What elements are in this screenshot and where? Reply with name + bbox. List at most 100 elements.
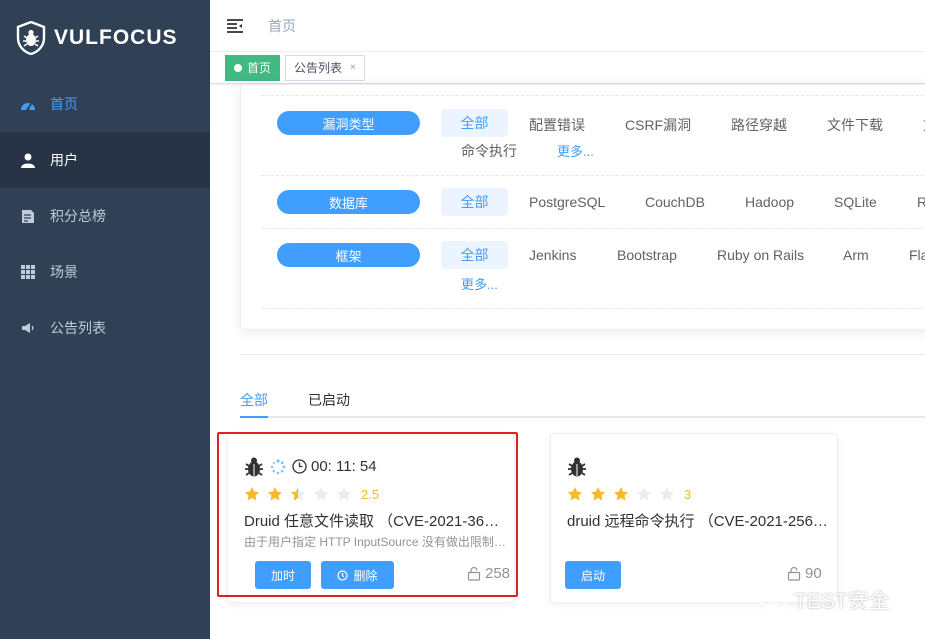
card-title[interactable]: Druid 任意文件读取 （CVE-2021-36749） — [244, 510, 506, 531]
sidebar: VULFOCUS 首页 用户 积分总榜 场景 公告列表 — [0, 0, 210, 639]
filter-option[interactable]: CSRF漏洞 — [625, 115, 691, 135]
star-icon — [614, 487, 628, 501]
grid-icon — [20, 264, 36, 280]
filter-option-all[interactable]: 全部 — [441, 188, 508, 216]
star-icon — [568, 487, 582, 501]
user-icon — [20, 152, 36, 168]
active-tab-indicator — [240, 416, 268, 418]
tab-all[interactable]: 全部 — [240, 390, 268, 410]
rating: 2.5 — [244, 486, 379, 502]
delete-button[interactable]: 删除 — [321, 561, 394, 589]
close-icon[interactable]: × — [350, 56, 356, 80]
tag-label: 首页 — [247, 60, 272, 75]
divider — [261, 228, 925, 229]
filter-option-all[interactable]: 全部 — [441, 109, 508, 137]
filter-option[interactable]: Fla — [909, 247, 925, 263]
divider — [261, 95, 925, 96]
filter-option[interactable]: 路径穿越 — [731, 115, 787, 135]
sidebar-item-label: 积分总榜 — [50, 208, 106, 224]
instance-count: 258 — [467, 565, 510, 582]
clock-icon — [292, 459, 307, 474]
tag-label: 公告列表 — [294, 60, 343, 75]
tag-announcements[interactable]: 公告列表 × — [285, 54, 365, 81]
tab-bar: 全部 已启动 — [240, 380, 925, 418]
star-icon — [591, 487, 605, 501]
ranking-icon — [20, 208, 36, 224]
rating: 3 — [567, 486, 691, 502]
star-icon — [291, 487, 305, 501]
loading-icon — [270, 458, 286, 474]
filter-option[interactable]: CouchDB — [645, 194, 705, 210]
active-dot-icon — [234, 63, 242, 72]
wechat-icon — [758, 589, 787, 611]
divider — [261, 175, 925, 176]
filter-option[interactable]: Arm — [843, 247, 869, 263]
dashboard-icon — [20, 96, 36, 112]
card-description: 由于用户指定 HTTP InputSource 没有做出限制，可以通过将文件 U… — [244, 535, 506, 549]
count-value: 258 — [485, 565, 511, 582]
rating-score: 2.5 — [361, 486, 380, 502]
filter-option[interactable]: Bootstrap — [617, 247, 677, 263]
filter-option[interactable]: SQLite — [834, 194, 877, 210]
bug-icon — [245, 457, 263, 477]
sidebar-item-scenes[interactable]: 场景 — [0, 244, 210, 300]
filter-option[interactable]: Hadoop — [745, 194, 794, 210]
vuln-card[interactable]: 3 druid 远程命令执行 （CVE-2021-25646） 启动 90 — [550, 433, 838, 603]
lock-icon — [787, 566, 801, 581]
filter-option[interactable]: R — [917, 194, 925, 210]
timer: 00: 11: 54 — [270, 458, 377, 475]
star-icon — [268, 487, 282, 501]
sidebar-item-label: 首页 — [50, 96, 78, 112]
filter-option[interactable]: Jenkins — [529, 247, 576, 263]
announcement-icon — [20, 320, 36, 336]
star-icon — [637, 487, 651, 501]
filter-option[interactable]: Ruby on Rails — [717, 247, 804, 263]
star-icon — [337, 487, 351, 501]
more-link[interactable]: 更多... — [557, 141, 594, 160]
vuln-card[interactable]: 00: 11: 54 2.5 Druid 任意文件读取 （CVE-2021-36… — [227, 433, 515, 603]
star-icon — [660, 487, 674, 501]
sidebar-item-ranking[interactable]: 积分总榜 — [0, 188, 210, 244]
instance-count: 90 — [787, 565, 822, 582]
filter-option[interactable]: 文件下载 — [827, 115, 883, 135]
lock-icon — [467, 566, 481, 581]
delete-button-label: 删除 — [353, 568, 378, 583]
filter-option[interactable]: PostgreSQL — [529, 194, 605, 210]
filter-label-vuln-type: 漏洞类型 — [277, 111, 420, 135]
sidebar-item-label: 场景 — [50, 264, 78, 280]
hamburger-icon[interactable] — [226, 18, 244, 34]
more-link[interactable]: 更多... — [461, 274, 498, 293]
tab-started[interactable]: 已启动 — [308, 390, 350, 410]
app-name: VULFOCUS — [54, 26, 178, 49]
breadcrumb[interactable]: 首页 — [268, 16, 296, 36]
filter-panel: 漏洞类型 全部 配置错误 CSRF漏洞 路径穿越 文件下载 文 命令执行 更多.… — [240, 84, 925, 330]
filter-label-framework: 框架 — [277, 243, 420, 267]
filter-option[interactable]: 配置错误 — [529, 115, 585, 135]
star-icon — [245, 487, 259, 501]
filter-option-all[interactable]: 全部 — [441, 241, 508, 269]
shield-bug-icon — [16, 21, 46, 55]
watermark: TEST安全 — [758, 585, 890, 615]
card-title[interactable]: druid 远程命令执行 （CVE-2021-25646） — [567, 510, 829, 531]
tag-home[interactable]: 首页 — [225, 54, 281, 81]
extend-time-button[interactable]: 加时 — [255, 561, 311, 589]
logo[interactable]: VULFOCUS — [0, 0, 210, 76]
sidebar-item-announcements[interactable]: 公告列表 — [0, 300, 210, 356]
star-icon — [314, 487, 328, 501]
divider — [240, 354, 925, 355]
watermark-text: TEST安全 — [794, 590, 890, 613]
start-button[interactable]: 启动 — [565, 561, 621, 589]
rating-score: 3 — [684, 486, 692, 502]
stop-icon — [337, 569, 349, 581]
sidebar-item-label: 公告列表 — [50, 320, 106, 336]
count-value: 90 — [805, 565, 822, 582]
sidebar-item-home[interactable]: 首页 — [0, 76, 210, 132]
filter-option[interactable]: 命令执行 — [461, 141, 517, 161]
divider — [261, 308, 925, 309]
navbar: 首页 — [210, 0, 925, 52]
filter-label-database: 数据库 — [277, 190, 420, 214]
timer-value: 00: 11: 54 — [311, 458, 377, 475]
tags-view: 首页 公告列表 × — [210, 52, 925, 84]
sidebar-item-label: 用户 — [50, 152, 78, 168]
sidebar-item-users[interactable]: 用户 — [0, 132, 210, 188]
